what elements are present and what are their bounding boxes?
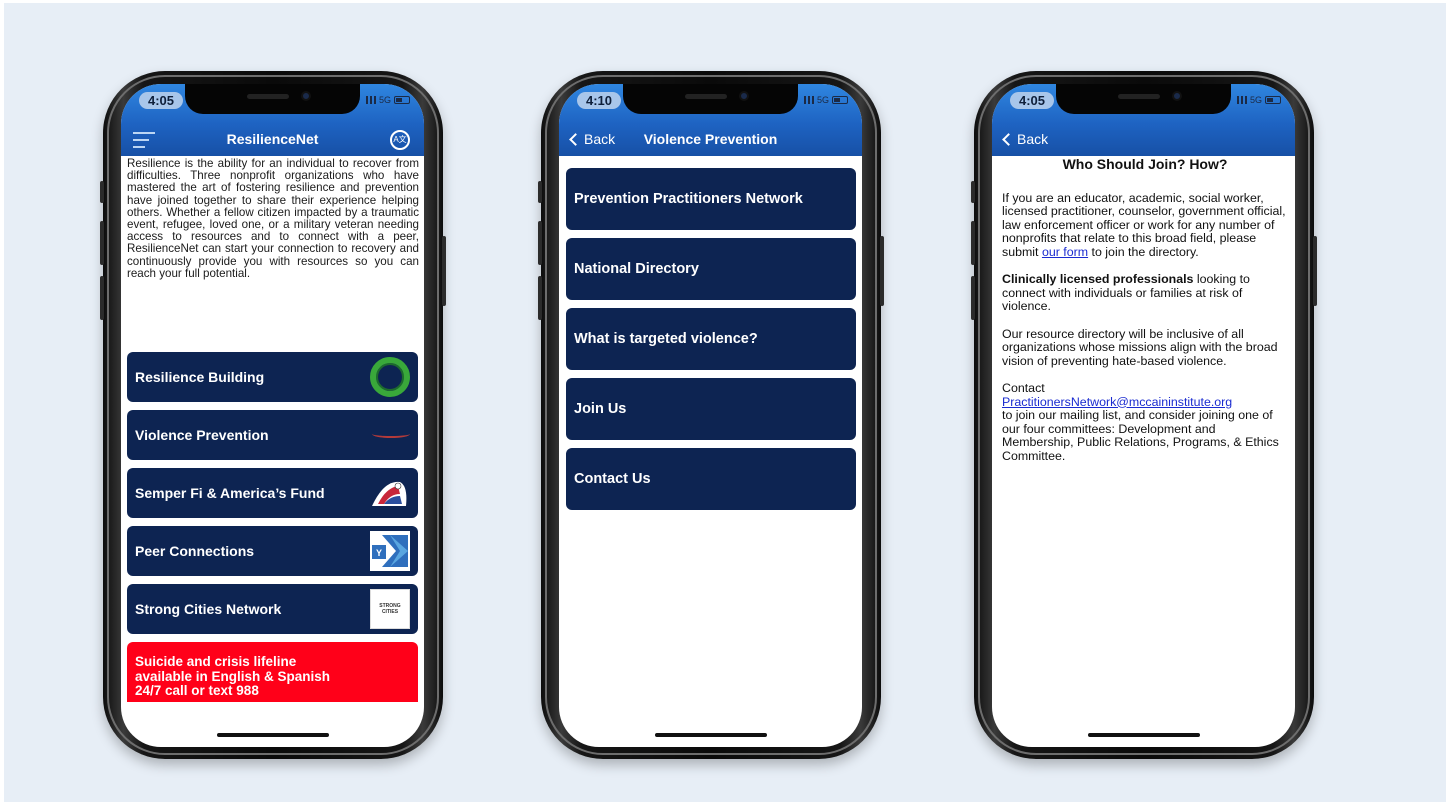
paragraph-contact: Contact PractitionersNetwork@mccaininsti… [1002,381,1288,463]
phone-screen-1: 4:05 5G ResilienceNet A文 Resilience is t… [121,84,424,747]
crisis-line-1: Suicide and crisis lifeline [135,654,297,669]
crisis-line-3: 24/7 call or text 988 [135,683,259,698]
phone-screen-3: 4:05 5G Back Who Should Join? How? If yo… [992,84,1295,747]
status-time: 4:05 [139,92,184,109]
status-indicators: 5G [365,95,410,105]
menu-item-targeted-violence[interactable]: What is targeted violence? [566,308,856,370]
status-time: 4:05 [1010,92,1055,109]
menu-item-contact-us[interactable]: Contact Us [566,448,856,510]
nav-bar: Back Violence Prevention [559,124,862,156]
y-logo-icon: Y [370,531,410,571]
crisis-lifeline-banner[interactable]: Suicide and crisis lifeline available in… [127,642,418,702]
strong-cities-logo-icon: STRONG CITIES [370,589,410,629]
content-heading: Who Should Join? How? [1062,156,1228,172]
phone-screen-2: 4:10 5G Back Violence Prevention Prevent… [559,84,862,747]
menu-item-prevention-practitioners-network[interactable]: Prevention Practitioners Network [566,168,856,230]
our-form-link[interactable]: our form [1042,245,1088,259]
nav-bar: ResilienceNet A文 [121,124,424,156]
menu-item-national-directory[interactable]: National Directory [566,238,856,300]
network-label: 5G [378,95,391,105]
eagle-flag-logo-icon [372,481,407,506]
page-title: Violence Prevention [643,131,778,147]
status-indicators: 5G [1236,95,1281,105]
back-button[interactable]: Back [1000,131,1048,147]
battery-icon [832,96,848,104]
notch [185,84,360,114]
menu-item-peer-connections[interactable]: Peer Connections Y [127,526,418,576]
email-link[interactable]: PractitionersNetwork@mccaininstitute.org [1002,395,1232,409]
para4-text-end: to join our mailing list, and consider j… [1002,408,1279,463]
signal-icon [365,96,376,104]
network-label: 5G [1249,95,1262,105]
phone-frame-1: 4:05 5G ResilienceNet A文 Resilience is t… [100,71,446,759]
menu-item-label: National Directory [574,261,699,277]
para1-text-end: to join the directory. [1088,244,1199,259]
y-logo-letter: Y [376,548,382,558]
home-indicator[interactable] [655,733,767,737]
background-canvas: 4:05 5G ResilienceNet A文 Resilience is t… [4,3,1446,802]
chevron-left-icon [1002,132,1015,146]
status-bar: 4:05 5G [121,84,424,124]
red-swoosh-logo-icon [372,430,410,438]
menu-item-label: Contact Us [574,471,651,487]
nav-bar: Back [992,124,1295,156]
phone-frame-3: 4:05 5G Back Who Should Join? How? If yo… [971,71,1317,759]
menu-item-label: Join Us [574,401,627,417]
status-indicators: 5G [803,95,848,105]
translate-chat-icon[interactable]: A文 [390,130,410,150]
paragraph-who-should-join: If you are an educator, academic, social… [1002,191,1288,260]
back-label: Back [1017,131,1049,147]
signal-icon [803,96,814,104]
notch [623,84,798,114]
menu-item-label: What is targeted violence? [574,331,758,347]
crisis-line-2: available in English & Spanish [135,668,331,684]
home-indicator[interactable] [1088,733,1200,737]
menu-item-violence-prevention[interactable]: Violence Prevention [127,410,418,460]
paragraph-directory: Our resource directory will be inclusive… [1002,326,1278,368]
phone-frame-2: 4:10 5G Back Violence Prevention Prevent… [538,71,884,759]
battery-icon [1265,96,1281,104]
menu-item-resilience-building[interactable]: Resilience Building [127,352,418,402]
green-ring-logo-icon [370,357,410,397]
notch [1056,84,1231,114]
menu-item-join-us[interactable]: Join Us [566,378,856,440]
page-title: ResilienceNet [226,131,319,147]
join-content: Who Should Join? How? If you are an educ… [1002,156,1288,477]
network-label: 5G [816,95,829,105]
menu-item-strong-cities[interactable]: Strong Cities Network STRONG CITIES [127,584,418,634]
status-bar: 4:10 5G [559,84,862,124]
battery-icon [394,96,410,104]
paragraph-clinical: Clinically licensed professionals lookin… [1002,272,1288,314]
para4-text: Contact [1002,381,1045,395]
para2-bold: Clinically licensed professionals [1002,272,1194,286]
intro-paragraph: Resilience is the ability for an individ… [127,157,419,280]
menu-item-semper-fi[interactable]: Semper Fi & America’s Fund [127,468,418,518]
signal-icon [1236,96,1247,104]
menu-item-label: Prevention Practitioners Network [574,191,803,207]
home-indicator[interactable] [217,733,329,737]
status-bar: 4:05 5G [992,84,1295,124]
status-time: 4:10 [577,92,622,109]
